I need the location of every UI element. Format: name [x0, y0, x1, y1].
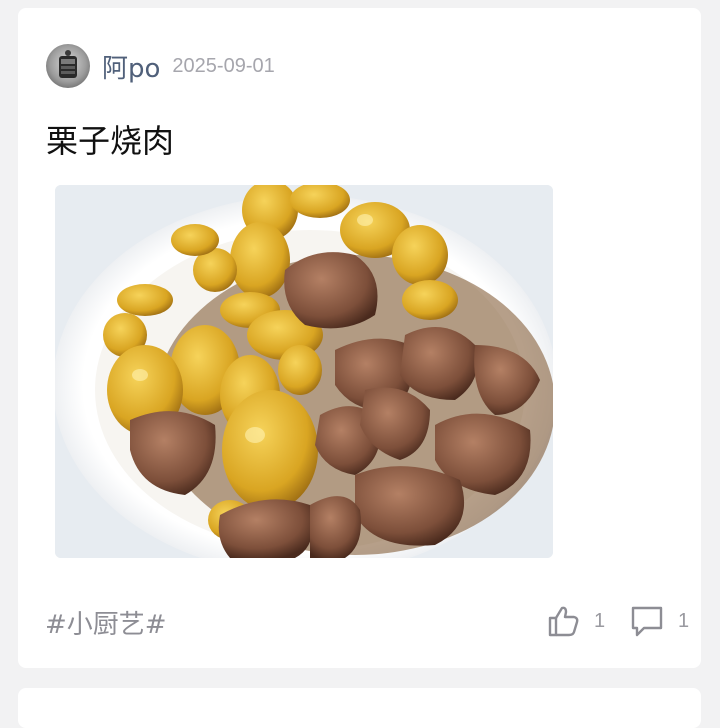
comment-button[interactable]: 1 [630, 604, 689, 638]
author-name[interactable]: 阿po [102, 48, 160, 85]
braised-pork-with-chestnuts-photo [55, 185, 553, 558]
thumbs-up-icon [548, 606, 579, 637]
author-avatar[interactable] [46, 44, 90, 88]
post-date: 2025-09-01 [172, 54, 275, 77]
post-image[interactable] [55, 185, 553, 558]
author-row: 阿po 2025-09-01 [46, 43, 275, 89]
comment-bubble-icon [631, 606, 663, 637]
avatar-image [59, 50, 77, 78]
like-count: 1 [594, 609, 606, 632]
post-card[interactable]: 阿po 2025-09-01 栗子烧肉 #小厨艺# 1 1 [18, 8, 701, 668]
comment-count: 1 [678, 609, 690, 632]
next-post-card[interactable] [18, 688, 701, 728]
post-title: 栗子烧肉 [46, 122, 175, 160]
like-button[interactable]: 1 [546, 604, 605, 638]
topic-tag[interactable]: #小厨艺# [45, 604, 167, 641]
